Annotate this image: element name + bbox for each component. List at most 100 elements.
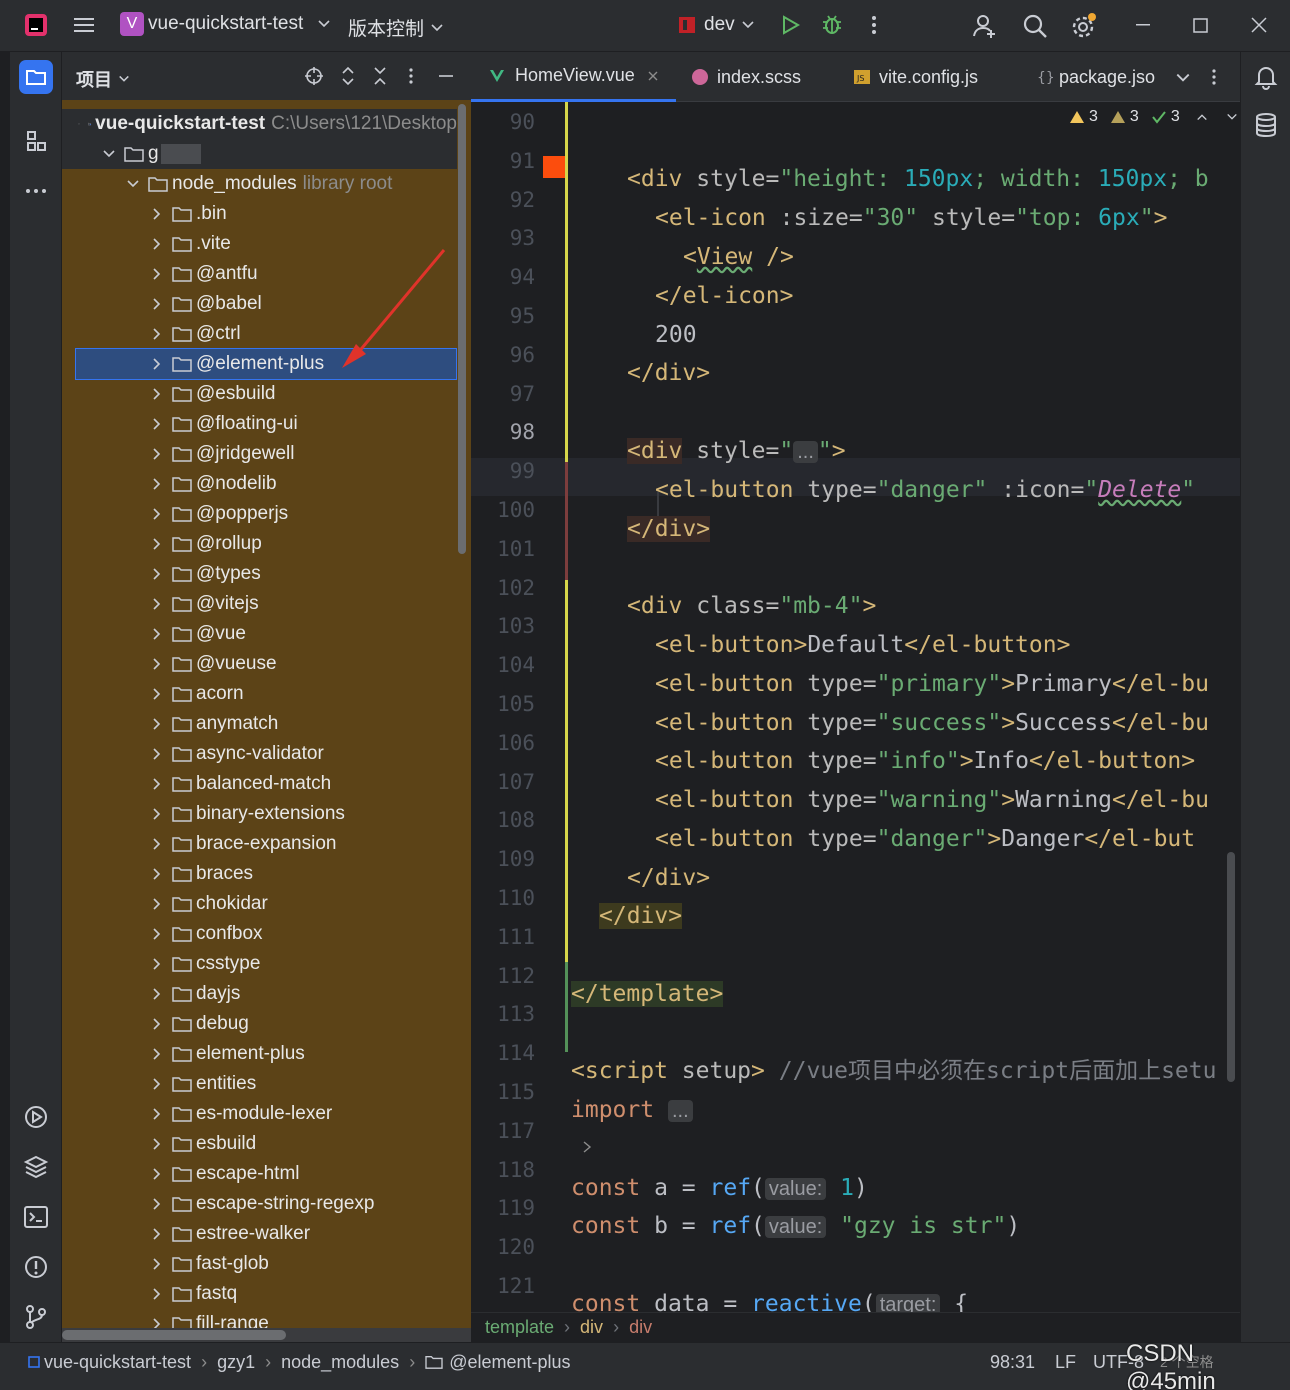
tab-index-scss[interactable]: index.scss bbox=[691, 52, 841, 102]
more-icon[interactable] bbox=[866, 13, 882, 37]
tree-root[interactable]: vue-quickstart-test C:\Users\121\Desktop bbox=[62, 109, 457, 139]
collapse-all-icon[interactable] bbox=[370, 66, 390, 86]
tree-item[interactable]: chokidar bbox=[62, 889, 457, 919]
tree-item[interactable]: brace-expansion bbox=[62, 829, 457, 859]
run-icon[interactable] bbox=[778, 13, 802, 37]
tree-item[interactable]: dayjs bbox=[62, 979, 457, 1009]
tree-item[interactable]: fastq bbox=[62, 1279, 457, 1309]
horizontal-scrollbar[interactable] bbox=[62, 1330, 286, 1340]
breadcrumb-item[interactable]: div bbox=[580, 1317, 603, 1338]
vertical-scrollbar[interactable] bbox=[458, 104, 466, 554]
tree-item[interactable]: escape-string-regexp bbox=[62, 1189, 457, 1219]
search-icon[interactable] bbox=[1022, 13, 1048, 39]
hide-panel-icon[interactable] bbox=[436, 66, 456, 86]
path-item[interactable]: @element-plus bbox=[449, 1352, 570, 1373]
locate-icon[interactable] bbox=[304, 66, 324, 86]
project-folder-icon[interactable] bbox=[19, 60, 53, 94]
main-menu-icon[interactable] bbox=[72, 13, 96, 37]
tree-item[interactable]: escape-html bbox=[62, 1159, 457, 1189]
path-item[interactable]: node_modules bbox=[281, 1352, 399, 1373]
tree-item[interactable]: braces bbox=[62, 859, 457, 889]
line-number: 105 bbox=[497, 692, 535, 716]
tree-item[interactable]: es-module-lexer bbox=[62, 1099, 457, 1129]
chevron-right-icon bbox=[153, 808, 161, 820]
tree-item[interactable]: @types bbox=[62, 559, 457, 589]
path-item[interactable]: gzy1 bbox=[217, 1352, 255, 1373]
run-config-selector[interactable]: dev bbox=[678, 14, 755, 36]
tree-item[interactable]: fast-glob bbox=[62, 1249, 457, 1279]
code-area[interactable]: <div style="height: 150px; width: 150px;… bbox=[571, 102, 1240, 1312]
chevron-right-icon bbox=[153, 268, 161, 280]
minimize-icon[interactable] bbox=[1134, 13, 1152, 37]
structure-icon[interactable] bbox=[19, 124, 53, 158]
tree-item[interactable]: async-validator bbox=[62, 739, 457, 769]
project-name: vue-quickstart-test bbox=[148, 13, 304, 34]
git-icon[interactable] bbox=[19, 1300, 53, 1334]
tabs-more-icon[interactable] bbox=[1209, 67, 1219, 87]
close-icon[interactable] bbox=[1250, 13, 1268, 37]
more-tools-icon[interactable] bbox=[19, 174, 53, 208]
tree-item[interactable]: @nodelib bbox=[62, 469, 457, 499]
tree-item[interactable]: .bin bbox=[62, 199, 457, 229]
tab-package-json[interactable]: {} package.jso bbox=[1035, 52, 1165, 102]
line-separator[interactable]: LF bbox=[1055, 1343, 1076, 1381]
folder-icon bbox=[124, 147, 144, 162]
tree-subfolder[interactable]: g bbox=[62, 139, 457, 169]
expand-all-icon[interactable] bbox=[338, 66, 358, 86]
bell-icon[interactable] bbox=[1254, 64, 1278, 90]
tree-item[interactable]: anymatch bbox=[62, 709, 457, 739]
layers-icon[interactable] bbox=[19, 1150, 53, 1184]
tree-node-modules[interactable]: node_modules library root bbox=[62, 169, 457, 199]
add-user-icon[interactable] bbox=[972, 13, 998, 39]
line-number: 115 bbox=[497, 1080, 535, 1104]
tree-item[interactable]: estree-walker bbox=[62, 1219, 457, 1249]
tab-label: index.scss bbox=[717, 66, 802, 87]
close-tab-icon[interactable] bbox=[647, 70, 659, 82]
tab-vite-config[interactable]: JS vite.config.js bbox=[853, 52, 1003, 102]
chevron-down-icon bbox=[103, 150, 115, 158]
debug-icon[interactable] bbox=[820, 13, 844, 37]
vcs-label: 版本控制 bbox=[348, 19, 425, 40]
tree-item[interactable]: acorn bbox=[62, 679, 457, 709]
tree-item[interactable]: binary-extensions bbox=[62, 799, 457, 829]
tree-item[interactable]: @vueuse bbox=[62, 649, 457, 679]
tree-item[interactable]: @rollup bbox=[62, 529, 457, 559]
line-number: 104 bbox=[497, 653, 535, 678]
services-icon[interactable] bbox=[19, 1100, 53, 1134]
vcs-menu[interactable]: 版本控制 bbox=[348, 14, 444, 41]
tree-item[interactable]: @vue bbox=[62, 619, 457, 649]
folder-icon bbox=[172, 597, 192, 612]
database-icon[interactable] bbox=[1254, 112, 1278, 138]
breadcrumb-item[interactable]: div bbox=[629, 1317, 652, 1338]
project-switcher[interactable]: V vue-quickstart-test bbox=[120, 12, 331, 36]
tab-homeview[interactable]: HomeView.vue bbox=[471, 52, 676, 102]
caret-position[interactable]: 98:31 bbox=[990, 1343, 1035, 1381]
maximize-icon[interactable] bbox=[1192, 13, 1210, 37]
problems-icon[interactable] bbox=[19, 1250, 53, 1284]
project-view-dropdown[interactable]: 项目 bbox=[76, 66, 130, 92]
tree-item[interactable]: element-plus bbox=[62, 1039, 457, 1069]
tree-item[interactable]: entities bbox=[62, 1069, 457, 1099]
tree-item[interactable]: @popperjs bbox=[62, 499, 457, 529]
tree-item[interactable]: @vitejs bbox=[62, 589, 457, 619]
breadcrumb-item[interactable]: template bbox=[485, 1317, 554, 1338]
tabs-dropdown-icon[interactable] bbox=[1175, 70, 1191, 86]
tree-item[interactable]: confbox bbox=[62, 919, 457, 949]
chevron-right-icon bbox=[153, 508, 161, 520]
settings-icon[interactable] bbox=[1070, 12, 1098, 40]
tree-item[interactable]: debug bbox=[62, 1009, 457, 1039]
editor-scrollbar[interactable] bbox=[1227, 852, 1235, 1082]
options-icon[interactable] bbox=[406, 66, 416, 86]
tree-item-label: escape-string-regexp bbox=[196, 1193, 375, 1214]
path-item[interactable]: vue-quickstart-test bbox=[44, 1352, 191, 1373]
tree-item[interactable]: esbuild bbox=[62, 1129, 457, 1159]
tree-item-label: brace-expansion bbox=[196, 833, 337, 854]
tree-item[interactable]: csstype bbox=[62, 949, 457, 979]
tree-item[interactable]: balanced-match bbox=[62, 769, 457, 799]
code-line-109: </div> bbox=[627, 865, 711, 891]
tree-item[interactable]: @jridgewell bbox=[62, 439, 457, 469]
folder-icon bbox=[172, 447, 192, 462]
tree-item[interactable]: @esbuild bbox=[62, 379, 457, 409]
tree-item[interactable]: @floating-ui bbox=[62, 409, 457, 439]
terminal-icon[interactable] bbox=[19, 1200, 53, 1234]
